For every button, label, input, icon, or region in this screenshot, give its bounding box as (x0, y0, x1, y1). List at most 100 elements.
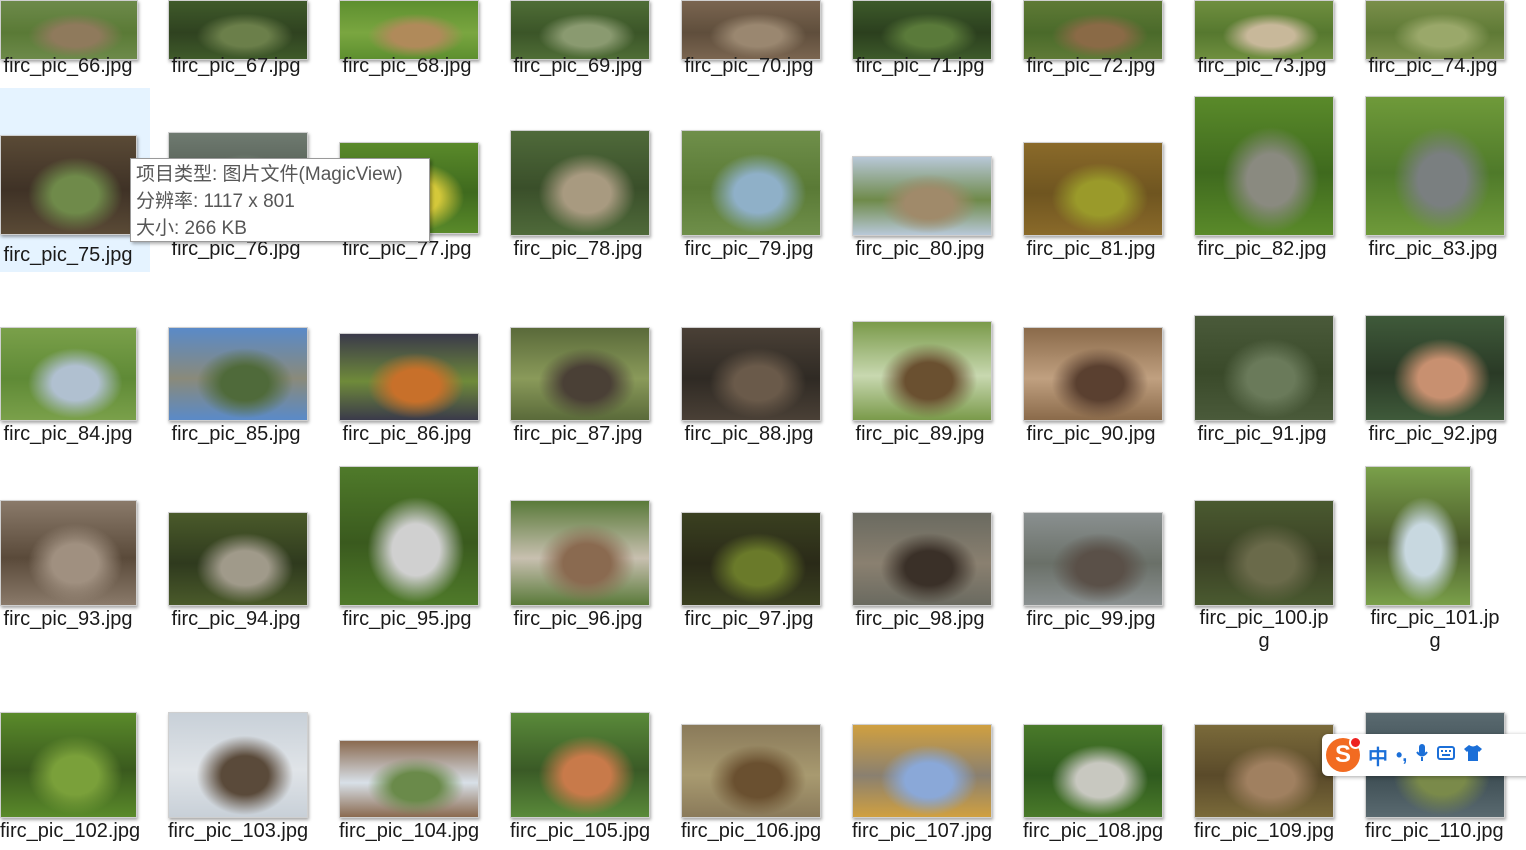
file-name-label: firc_pic_69.jpg (513, 55, 643, 77)
file-thumbnail[interactable] (681, 327, 821, 421)
file-name-label: firc_pic_89.jpg (855, 423, 985, 445)
file-name-label: firc_pic_110.jpg (1365, 820, 1504, 842)
file-thumbnail[interactable] (1194, 724, 1334, 818)
file-item[interactable]: firc_pic_81.jpg (1023, 80, 1173, 272)
file-name-label: firc_pic_82.jpg (1197, 238, 1327, 260)
file-thumbnail[interactable] (1023, 512, 1163, 606)
file-thumbnail[interactable] (852, 156, 992, 236)
file-thumbnail[interactable] (1194, 315, 1334, 421)
file-thumbnail[interactable] (1023, 327, 1163, 421)
file-item[interactable]: firc_pic_101.jpg (1365, 460, 1515, 652)
file-thumbnail[interactable] (852, 724, 992, 818)
file-item[interactable]: firc_pic_105.jpg (510, 660, 660, 850)
file-name-label: firc_pic_73.jpg (1197, 55, 1327, 77)
file-thumbnail[interactable] (0, 327, 137, 421)
file-thumbnail[interactable] (1365, 0, 1505, 60)
file-item[interactable]: firc_pic_100.jpg (1194, 460, 1344, 652)
file-thumbnail[interactable] (1194, 500, 1334, 606)
file-thumbnail[interactable] (168, 0, 308, 60)
file-thumbnail[interactable] (510, 500, 650, 606)
file-thumbnail[interactable] (1365, 466, 1471, 606)
file-thumbnail[interactable] (0, 712, 137, 818)
file-thumbnail[interactable] (1023, 0, 1163, 60)
file-thumbnail[interactable] (510, 327, 650, 421)
file-thumbnail[interactable] (0, 135, 137, 235)
file-item[interactable]: firc_pic_106.jpg (681, 660, 831, 850)
file-item[interactable]: firc_pic_107.jpg (852, 660, 1002, 850)
file-thumbnail[interactable] (852, 512, 992, 606)
file-name-label: firc_pic_68.jpg (342, 55, 472, 77)
file-item[interactable]: firc_pic_79.jpg (681, 80, 831, 272)
file-item[interactable]: firc_pic_93.jpg (0, 460, 150, 650)
file-thumbnail[interactable] (510, 130, 650, 236)
file-thumbnail[interactable] (339, 0, 479, 60)
file-item[interactable]: firc_pic_95.jpg (339, 460, 489, 650)
file-thumbnail[interactable] (1194, 96, 1334, 236)
file-thumbnail[interactable] (1365, 315, 1505, 421)
file-item[interactable]: firc_pic_103.jpg (168, 660, 318, 850)
file-item[interactable]: firc_pic_85.jpg (168, 270, 318, 460)
file-thumbnail[interactable] (681, 0, 821, 60)
file-name-label: firc_pic_91.jpg (1197, 423, 1327, 445)
ime-punctuation[interactable]: •, (1396, 745, 1407, 766)
file-item[interactable]: firc_pic_84.jpg (0, 270, 150, 460)
file-name-label: firc_pic_98.jpg (855, 608, 985, 630)
shirt-icon[interactable] (1463, 744, 1483, 767)
file-item[interactable]: firc_pic_92.jpg (1365, 270, 1515, 460)
file-item[interactable]: firc_pic_82.jpg (1194, 80, 1344, 272)
file-item[interactable]: firc_pic_102.jpg (0, 660, 150, 850)
file-name-label: firc_pic_94.jpg (171, 608, 301, 630)
file-name-label: firc_pic_93.jpg (3, 608, 133, 630)
file-item[interactable]: firc_pic_78.jpg (510, 80, 660, 272)
file-name-label: firc_pic_87.jpg (513, 423, 643, 445)
file-thumbnail[interactable] (1365, 96, 1505, 236)
ime-toolbar[interactable]: S 中 •, (1322, 734, 1526, 776)
file-item[interactable]: firc_pic_87.jpg (510, 270, 660, 460)
file-thumbnail[interactable] (339, 740, 479, 818)
file-thumbnail[interactable] (852, 321, 992, 421)
file-thumbnail[interactable] (1023, 142, 1163, 236)
file-item[interactable]: firc_pic_83.jpg (1365, 80, 1515, 272)
file-item[interactable]: firc_pic_96.jpg (510, 460, 660, 650)
file-item[interactable]: firc_pic_80.jpg (852, 80, 1002, 272)
file-thumbnail[interactable] (168, 327, 308, 421)
file-item[interactable]: firc_pic_91.jpg (1194, 270, 1344, 460)
file-thumbnail[interactable] (681, 130, 821, 236)
file-item[interactable]: firc_pic_75.jpg (0, 88, 150, 272)
file-name-label: firc_pic_70.jpg (684, 55, 814, 77)
microphone-icon[interactable] (1415, 743, 1429, 768)
file-name-label: firc_pic_99.jpg (1026, 608, 1156, 630)
file-thumbnail[interactable] (681, 724, 821, 818)
file-item[interactable]: firc_pic_104.jpg (339, 660, 489, 850)
file-item[interactable]: firc_pic_86.jpg (339, 270, 489, 460)
file-thumbnail[interactable] (168, 712, 308, 818)
file-thumbnail[interactable] (681, 512, 821, 606)
file-name-label: firc_pic_97.jpg (684, 608, 814, 630)
file-item[interactable]: firc_pic_89.jpg (852, 270, 1002, 460)
file-thumbnail[interactable] (339, 466, 479, 606)
file-name-label: firc_pic_78.jpg (513, 238, 643, 260)
file-name-label: firc_pic_81.jpg (1026, 238, 1156, 260)
file-thumbnail[interactable] (510, 712, 650, 818)
file-thumbnail[interactable] (168, 512, 308, 606)
file-item[interactable]: firc_pic_97.jpg (681, 460, 831, 650)
file-thumbnail[interactable] (1194, 0, 1334, 60)
file-name-label: firc_pic_102.jpg (0, 820, 141, 842)
file-item[interactable]: firc_pic_94.jpg (168, 460, 318, 650)
file-item[interactable]: firc_pic_108.jpg (1023, 660, 1173, 850)
file-thumbnail[interactable] (0, 0, 138, 60)
file-name-label: firc_pic_104.jpg (339, 820, 480, 842)
file-thumbnail[interactable] (852, 0, 992, 60)
file-thumbnail[interactable] (510, 0, 650, 60)
ime-chinese-mode[interactable]: 中 (1368, 741, 1388, 770)
file-thumbnail[interactable] (0, 500, 137, 606)
sogou-logo-icon[interactable]: S (1326, 736, 1362, 772)
file-item[interactable]: firc_pic_98.jpg (852, 460, 1002, 650)
file-thumbnail[interactable] (1023, 724, 1163, 818)
file-item[interactable]: firc_pic_90.jpg (1023, 270, 1173, 460)
file-name-label: firc_pic_85.jpg (171, 423, 301, 445)
file-item[interactable]: firc_pic_88.jpg (681, 270, 831, 460)
file-thumbnail[interactable] (339, 333, 479, 421)
file-item[interactable]: firc_pic_99.jpg (1023, 460, 1173, 650)
keyboard-icon[interactable] (1437, 745, 1456, 766)
